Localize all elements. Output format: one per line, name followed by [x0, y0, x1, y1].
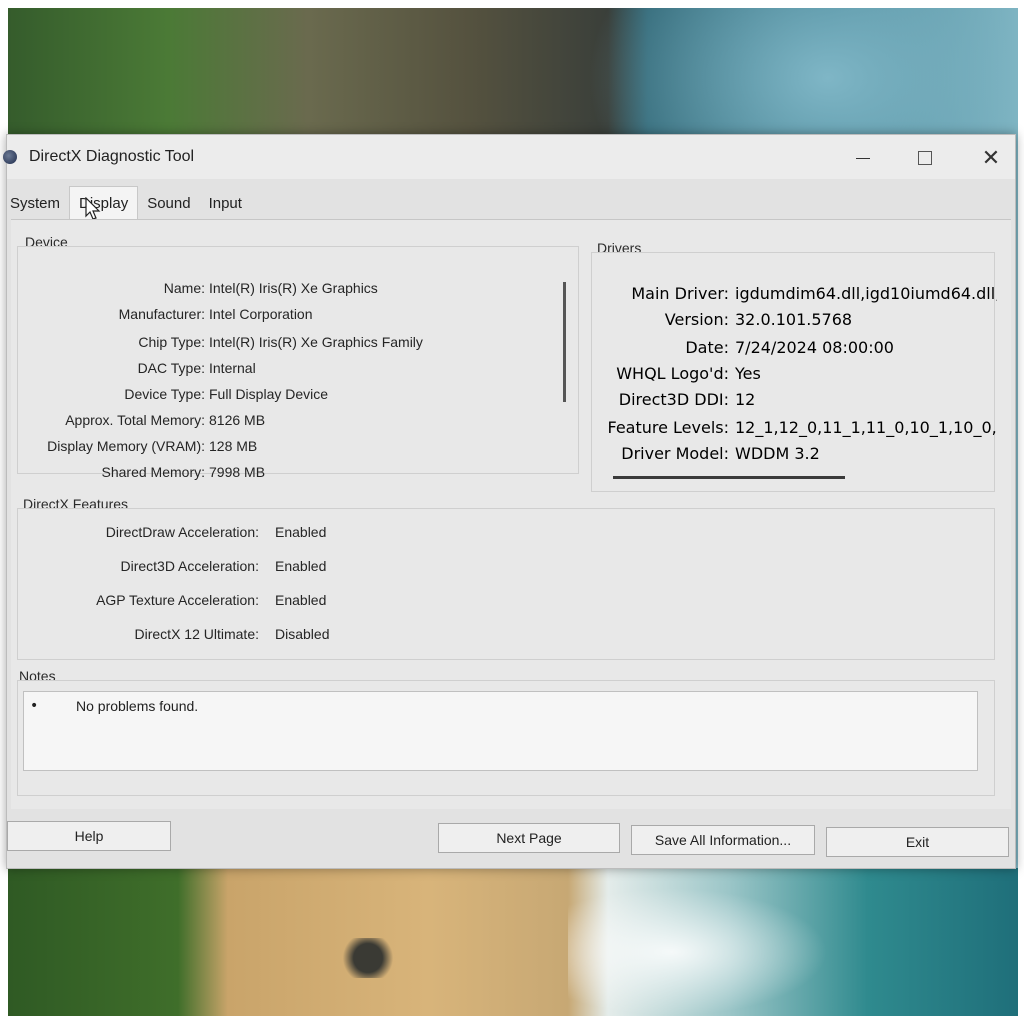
notes-text: No problems found. [76, 698, 199, 714]
next-page-button[interactable]: Next Page [438, 823, 620, 853]
dac-type-label: DAC Type: [137, 360, 205, 376]
minimize-button[interactable] [843, 143, 883, 173]
directx-features-list: DirectDraw Acceleration: Enabled Direct3… [11, 524, 1011, 654]
help-button[interactable]: Help [7, 821, 171, 851]
manufacturer-value: Intel Corporation [209, 306, 313, 322]
dx12-ultimate-label: DirectX 12 Ultimate: [134, 626, 259, 642]
driver-date-label: Date: [685, 338, 729, 357]
directdraw-label: DirectDraw Acceleration: [105, 524, 259, 540]
close-button[interactable]: ✕ [971, 143, 1011, 173]
mouse-cursor-icon [85, 197, 101, 220]
tab-strip: System Display Sound Input [7, 186, 251, 219]
device-type-label: Device Type: [124, 386, 205, 402]
dxdiag-window: DirectX Diagnostic Tool ✕ System Display… [3, 134, 1016, 869]
dx12-ultimate-value: Disabled [275, 626, 330, 642]
wallpaper-rocks [338, 938, 398, 978]
driver-date-value: 7/24/2024 08:00:00 [735, 338, 894, 357]
dac-type-value: Internal [209, 360, 256, 376]
vram-value: 128 MB [209, 438, 258, 454]
minimize-icon [856, 157, 870, 159]
manufacturer-label: Manufacturer: [118, 306, 205, 322]
close-icon: ✕ [981, 145, 1001, 171]
driver-model-label: Driver Model: [621, 444, 729, 463]
chip-type-value: Intel(R) Iris(R) Xe Graphics Family [209, 334, 423, 350]
tab-sound[interactable]: Sound [138, 189, 199, 219]
feature-levels-label: Feature Levels: [607, 418, 729, 437]
wallpaper-beach [8, 868, 1018, 1016]
main-driver-value: igdumdim64.dll,igd10iumd64.dll,igd10iu [735, 284, 997, 303]
tab-display[interactable]: Display [69, 186, 139, 219]
shared-memory-value: 7998 MB [209, 464, 266, 480]
dxdiag-app-icon [3, 150, 17, 164]
total-memory-label: Approx. Total Memory: [65, 412, 205, 428]
drivers-list: Main Driver: igdumdim64.dll,igd10iumd64.… [595, 284, 997, 494]
whql-value: Yes [735, 364, 761, 383]
driver-model-value: WDDM 3.2 [735, 444, 820, 463]
tab-system[interactable]: System [7, 189, 69, 219]
save-all-information-button[interactable]: Save All Information... [631, 825, 815, 855]
main-driver-label: Main Driver: [631, 284, 729, 303]
agp-texture-value: Enabled [275, 592, 327, 608]
window-title: DirectX Diagnostic Tool [29, 148, 195, 165]
direct3d-value: Enabled [275, 558, 327, 574]
driver-version-value: 32.0.101.5768 [735, 310, 853, 329]
device-scrollbar[interactable] [563, 282, 566, 402]
wallpaper-foam [568, 888, 828, 1016]
drivers-scrollbar[interactable] [613, 476, 845, 479]
vram-label: Display Memory (VRAM): [47, 438, 205, 454]
notes-bullet: • [30, 698, 39, 714]
device-name-value: Intel(R) Iris(R) Xe Graphics [209, 280, 378, 296]
directdraw-value: Enabled [275, 524, 327, 540]
agp-texture-label: AGP Texture Acceleration: [96, 592, 259, 608]
device-name-label: Name: [163, 280, 205, 296]
tab-input[interactable]: Input [200, 189, 251, 219]
shared-memory-label: Shared Memory: [101, 464, 205, 480]
feature-levels-value: 12_1,12_0,11_1,11_0,10_1,10_0,9_3,9_2 [735, 418, 997, 437]
maximize-button[interactable] [905, 143, 945, 173]
total-memory-value: 8126 MB [209, 412, 266, 428]
device-type-value: Full Display Device [209, 386, 329, 402]
notes-textbox[interactable]: • No problems found. [23, 691, 978, 771]
direct3d-ddi-value: 12 [735, 390, 756, 409]
chip-type-label: Chip Type: [138, 334, 205, 350]
exit-button[interactable]: Exit [826, 827, 1009, 857]
driver-version-label: Version: [664, 310, 729, 329]
maximize-icon [918, 151, 932, 165]
direct3d-ddi-label: Direct3D DDI: [618, 390, 729, 409]
direct3d-label: Direct3D Acceleration: [120, 558, 259, 574]
whql-label: WHQL Logo'd: [616, 364, 729, 383]
